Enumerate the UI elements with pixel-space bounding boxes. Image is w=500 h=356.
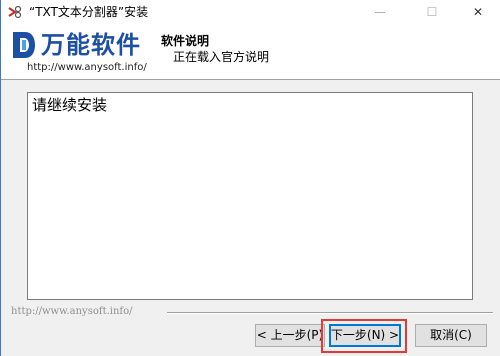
anysoft-logo-icon	[11, 30, 37, 60]
footer-divider	[167, 312, 493, 314]
footer-brand-text: http://www.anysoft.info/	[11, 306, 133, 317]
installer-app-icon	[7, 4, 23, 20]
description-text: 请继续安装	[32, 96, 108, 114]
back-button[interactable]: < 上一步(P)	[255, 324, 325, 347]
minimize-button[interactable]: —	[357, 0, 403, 24]
title-bar: “TXT文本分割器”安装 — ☐ ✕	[1, 0, 500, 24]
maximize-button[interactable]: ☐	[409, 0, 455, 24]
cancel-button[interactable]: 取消(C)	[415, 324, 487, 347]
description-textbox[interactable]: 请继续安装	[27, 92, 473, 300]
section-title: 软件说明	[161, 34, 210, 48]
logo-text: 万能软件	[41, 31, 141, 59]
next-button[interactable]: 下一步(N) >	[329, 324, 401, 347]
section-subtitle: 正在载入官方说明	[173, 50, 270, 64]
installer-header: 万能软件 http://www.anysoft.info/ 软件说明 正在载入官…	[1, 24, 500, 80]
logo-url: http://www.anysoft.info/	[27, 62, 147, 73]
installer-window: “TXT文本分割器”安装 — ☐ ✕ 万能软件 http://www.anyso…	[0, 0, 500, 356]
close-button[interactable]: ✕	[455, 0, 500, 24]
window-title: “TXT文本分割器”安装	[29, 5, 149, 19]
